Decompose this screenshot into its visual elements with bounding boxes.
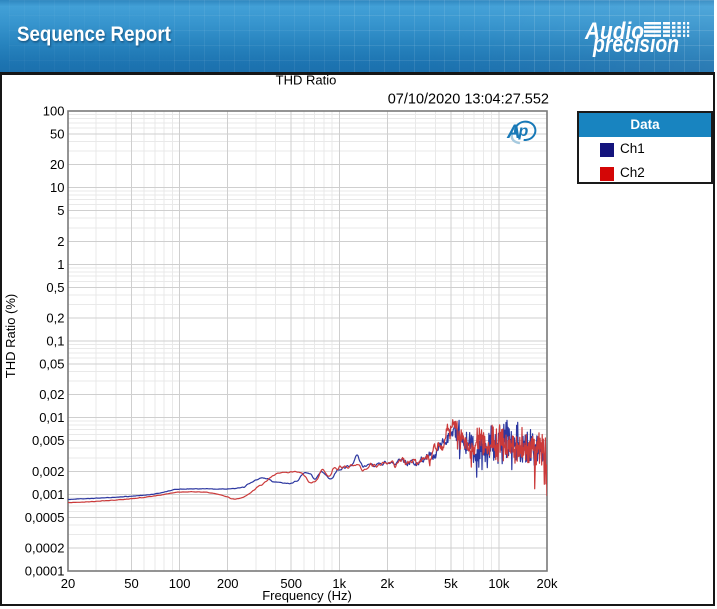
svg-text:500: 500 — [280, 576, 302, 591]
svg-text:0,01: 0,01 — [39, 410, 64, 425]
svg-text:1k: 1k — [332, 576, 346, 591]
svg-text:THD Ratio (%): THD Ratio (%) — [3, 294, 18, 379]
svg-text:0,2: 0,2 — [46, 310, 64, 325]
svg-text:50: 50 — [124, 576, 138, 591]
svg-text:p: p — [518, 123, 529, 140]
svg-text:10: 10 — [50, 180, 64, 195]
svg-text:0,0005: 0,0005 — [25, 510, 65, 525]
svg-text:0,0002: 0,0002 — [25, 540, 65, 555]
svg-text:1: 1 — [57, 257, 64, 272]
svg-text:0,1: 0,1 — [46, 334, 64, 349]
svg-text:50: 50 — [50, 127, 64, 142]
svg-text:0,02: 0,02 — [39, 387, 64, 402]
svg-text:20: 20 — [50, 157, 64, 172]
svg-text:07/10/2020 13:04:27.552: 07/10/2020 13:04:27.552 — [388, 92, 549, 108]
svg-text:THD Ratio: THD Ratio — [276, 73, 337, 88]
svg-text:200: 200 — [217, 576, 239, 591]
svg-text:2: 2 — [57, 234, 64, 249]
svg-text:100: 100 — [169, 576, 191, 591]
svg-text:0,5: 0,5 — [46, 280, 64, 295]
svg-text:0,001: 0,001 — [32, 487, 65, 502]
svg-text:10k: 10k — [488, 576, 509, 591]
svg-text:0,05: 0,05 — [39, 357, 64, 372]
svg-text:0,0001: 0,0001 — [25, 564, 65, 579]
svg-text:0,002: 0,002 — [32, 464, 65, 479]
svg-text:20k: 20k — [537, 576, 558, 591]
svg-text:2k: 2k — [380, 576, 394, 591]
svg-text:5k: 5k — [444, 576, 458, 591]
svg-text:100: 100 — [43, 104, 65, 119]
svg-text:20: 20 — [61, 576, 75, 591]
svg-text:5: 5 — [57, 203, 64, 218]
svg-text:0,005: 0,005 — [32, 433, 65, 448]
